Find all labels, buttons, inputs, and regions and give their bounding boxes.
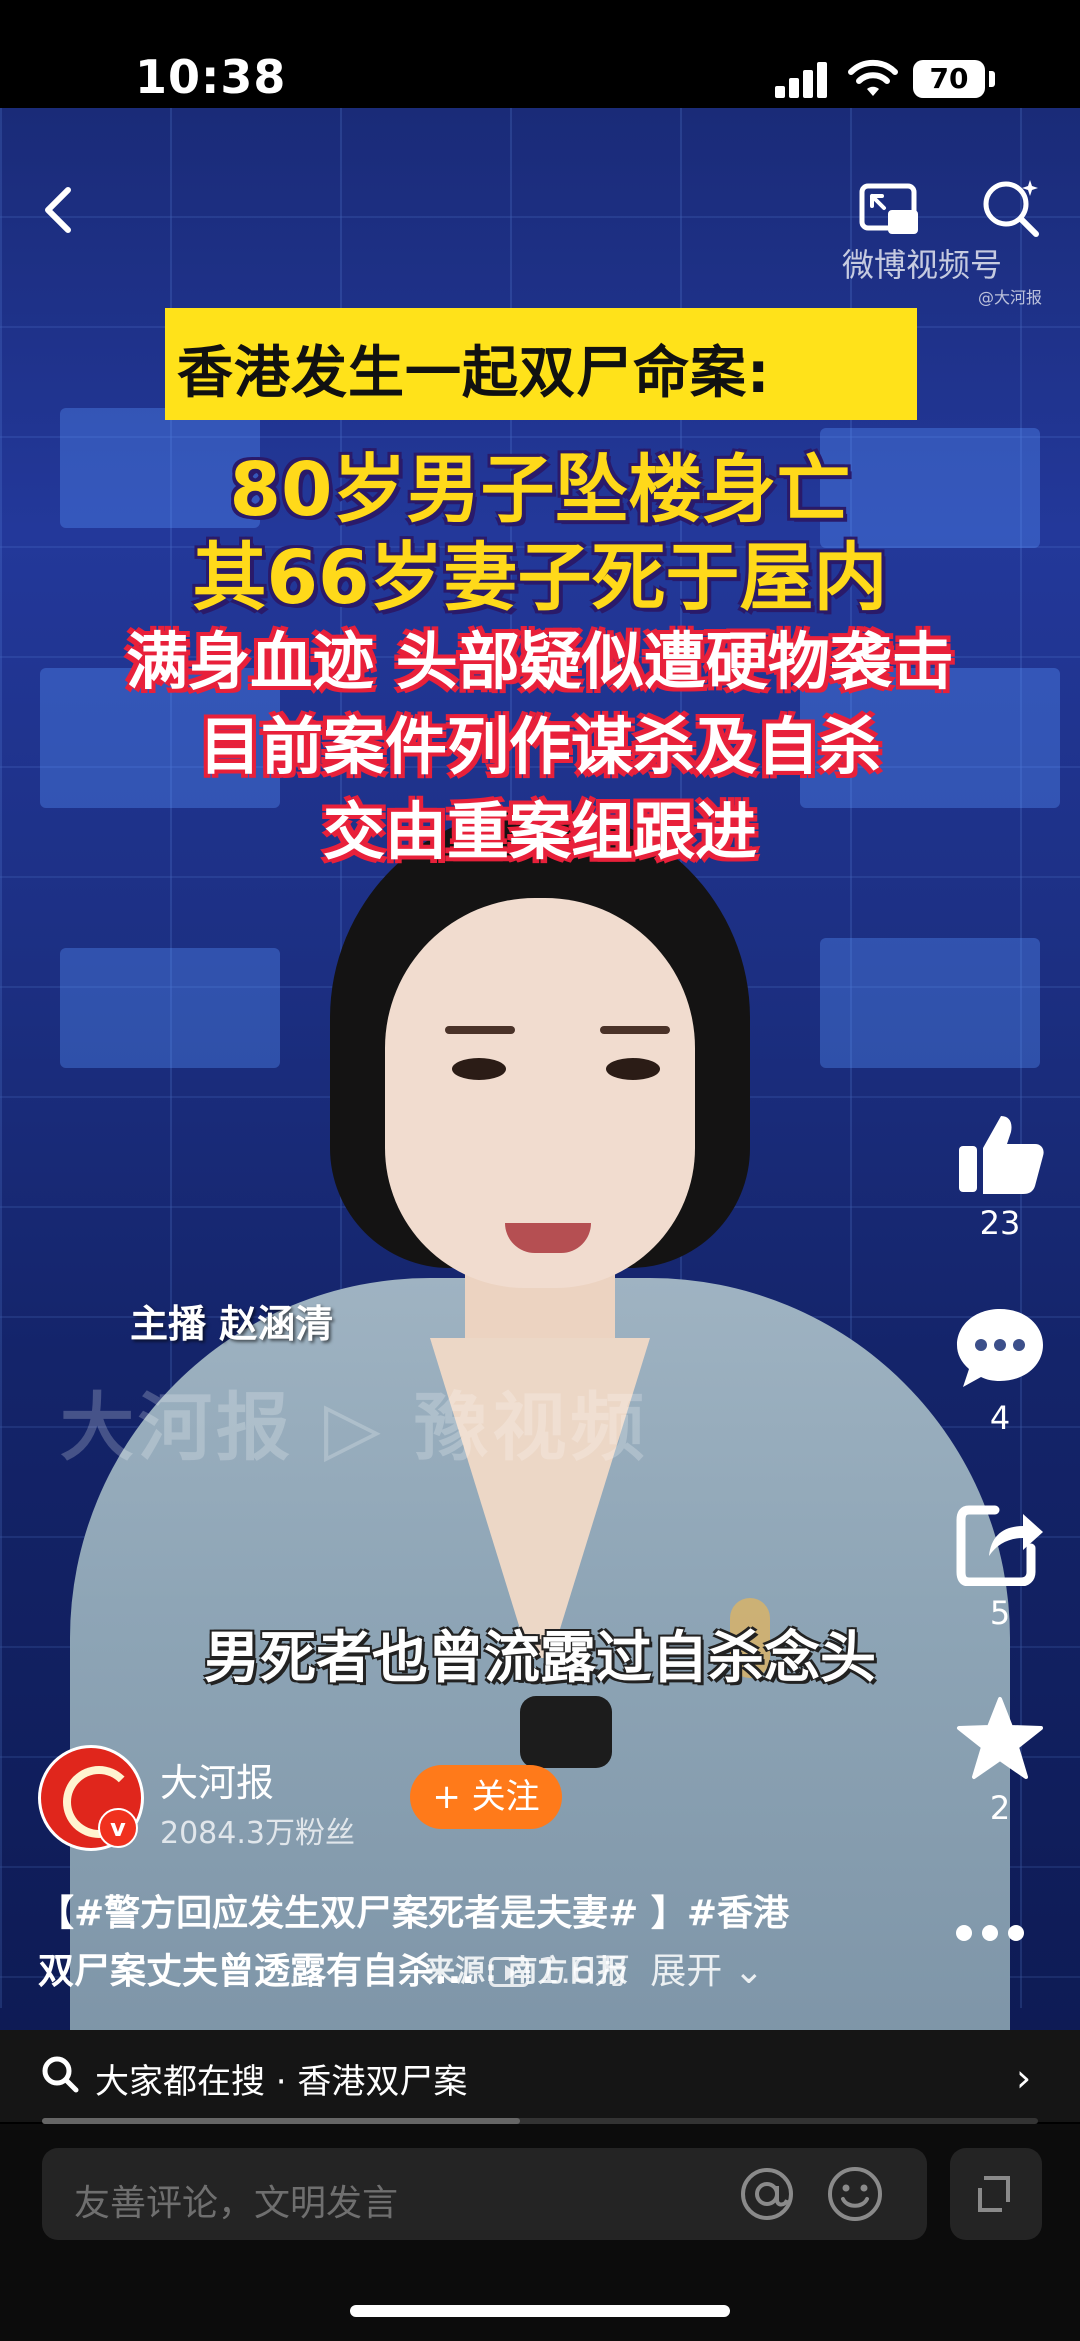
description-line: 【#警方回应发生双尸案死者是夫妻# 】#香港 bbox=[38, 1893, 790, 1934]
share-button[interactable]: 5 bbox=[940, 1500, 1060, 1632]
anchor-brow bbox=[600, 1026, 670, 1034]
comment-icon bbox=[957, 1309, 1043, 1387]
description-line: 双尸案丈夫曾透露有自杀... bbox=[38, 1951, 476, 1992]
expand-button[interactable]: 展开 ⌄ bbox=[650, 1943, 764, 2001]
author-name[interactable]: 大河报 bbox=[160, 1752, 274, 1807]
status-time: 10:38 bbox=[135, 50, 287, 104]
headline-line: 目前案件列作谋杀及自杀 bbox=[198, 710, 881, 783]
battery-tip bbox=[989, 71, 995, 87]
channel-watermark: 大河报 ▷ 豫视频 bbox=[60, 1385, 649, 1471]
star-icon bbox=[957, 1697, 1043, 1779]
like-count: 23 bbox=[979, 1204, 1021, 1242]
share-icon bbox=[956, 1505, 1043, 1586]
anchor-brow bbox=[445, 1026, 515, 1034]
chevron-right-icon: › bbox=[1016, 2056, 1032, 2100]
studio-screen bbox=[820, 938, 1040, 1068]
expand-label: 展开 bbox=[650, 1951, 723, 1992]
back-icon[interactable] bbox=[30, 180, 90, 240]
anchor-name-label: 主播 赵涵清 bbox=[130, 1302, 334, 1346]
author-fans: 2084.3万粉丝 bbox=[160, 1816, 355, 1851]
description-line-2: 双尸案丈夫曾透露有自杀... 1.6万 展开 ⌄ bbox=[38, 1943, 898, 2001]
weibo-watermark-handle: @大河报 bbox=[978, 288, 1043, 307]
headline-banner: 香港发生一起双尸命案: bbox=[165, 308, 917, 420]
hot-search-text: 大家都在搜 · 香港双尸案 bbox=[95, 2062, 468, 2102]
wifi-icon bbox=[848, 59, 898, 96]
favorite-button[interactable]: 2 bbox=[940, 1695, 1060, 1827]
hot-search-bar[interactable]: 大家都在搜 · 香港双尸案 › bbox=[0, 2030, 1080, 2122]
video-subtitle: 男死者也曾流露过自杀念头 bbox=[204, 1626, 876, 1691]
headline-banner-text: 香港发生一起双尸命案: bbox=[177, 341, 771, 406]
verified-badge: v bbox=[98, 1808, 138, 1848]
headline-line: 其66岁妻子死于屋内 bbox=[192, 535, 888, 621]
video-player[interactable]: 微博视频号 @大河报 香港发生一起双尸命案: 80岁男子坠楼身亡 其66岁妻子死… bbox=[0, 108, 1080, 2030]
emoji-icon[interactable] bbox=[825, 2164, 885, 2224]
expand-input-button[interactable] bbox=[950, 2148, 1042, 2240]
like-button[interactable]: 23 bbox=[940, 1110, 1060, 1242]
lapel-mic bbox=[520, 1696, 612, 1768]
favorite-count: 2 bbox=[989, 1789, 1011, 1827]
comment-input[interactable]: 友善评论，文明发言 bbox=[42, 2148, 927, 2240]
battery-icon: 70 bbox=[913, 60, 985, 98]
pip-icon[interactable] bbox=[858, 180, 922, 240]
anchor-eye bbox=[452, 1058, 506, 1080]
search-icon[interactable] bbox=[978, 176, 1042, 240]
anchor-eye bbox=[606, 1058, 660, 1080]
signal-icon bbox=[775, 62, 831, 98]
weibo-watermark: 微博视频号 bbox=[842, 246, 1003, 284]
comment-count: 4 bbox=[989, 1399, 1011, 1437]
headline-line: 交由重案组跟进 bbox=[322, 795, 757, 868]
like-icon bbox=[959, 1116, 1044, 1194]
follow-button[interactable]: + 关注 bbox=[410, 1765, 562, 1829]
video-description[interactable]: 【#警方回应发生双尸案死者是夫妻# 】#香港 双尸案丈夫曾透露有自杀... 1.… bbox=[38, 1885, 898, 2001]
search-icon bbox=[42, 2056, 79, 2093]
expand-icon bbox=[978, 2176, 1010, 2212]
play-count-icon bbox=[489, 1957, 530, 1987]
comment-placeholder: 友善评论，文明发言 bbox=[74, 2183, 399, 2224]
view-count: 1.6万 bbox=[537, 1951, 631, 1992]
share-count: 5 bbox=[989, 1594, 1011, 1632]
status-bar: 10:38 70 bbox=[0, 0, 1080, 110]
at-icon[interactable] bbox=[737, 2164, 797, 2224]
headline-line: 满身血迹 头部疑似遭硬物袭击 bbox=[126, 625, 954, 698]
more-icon[interactable] bbox=[956, 1925, 1040, 1955]
comment-button[interactable]: 4 bbox=[940, 1305, 1060, 1437]
home-indicator[interactable] bbox=[350, 2305, 730, 2317]
studio-screen bbox=[60, 948, 280, 1068]
